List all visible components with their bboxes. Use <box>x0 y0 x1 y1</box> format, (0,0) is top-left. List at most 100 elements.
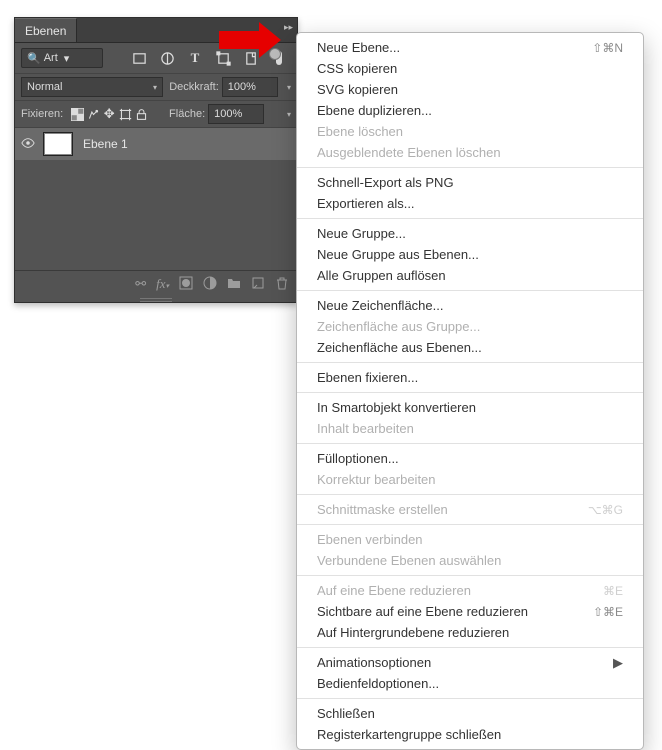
menu-separator <box>297 218 643 219</box>
link-layers-icon[interactable]: ⚯ <box>135 276 146 292</box>
menu-item[interactable]: Neue Ebene...⇧⌘N <box>297 37 643 58</box>
layers-panel: Ebenen ▸▸ 🔍Art▾ T Normal▾ Deckkraft: 100… <box>14 17 298 303</box>
menu-item-label: Zeichenfläche aus Ebenen... <box>317 340 482 355</box>
new-layer-icon[interactable] <box>251 276 265 293</box>
menu-item: Ebene löschen <box>297 121 643 142</box>
layer-mask-icon[interactable] <box>179 276 193 293</box>
menu-separator <box>297 698 643 699</box>
panel-footer: ⚯ fx▾ <box>15 270 297 297</box>
menu-item[interactable]: Registerkartengruppe schließen <box>297 724 643 745</box>
layer-name[interactable]: Ebene 1 <box>83 137 128 151</box>
menu-separator <box>297 392 643 393</box>
fill-label: Fläche: <box>169 108 205 120</box>
menu-item[interactable]: SVG kopieren <box>297 79 643 100</box>
lock-label: Fixieren: <box>21 108 63 120</box>
filter-type-label: Art <box>44 52 58 64</box>
fill-value[interactable]: 100% <box>208 104 264 124</box>
menu-item[interactable]: Fülloptionen... <box>297 448 643 469</box>
menu-item: Verbundene Ebenen auswählen <box>297 550 643 571</box>
tab-layers[interactable]: Ebenen <box>15 18 77 42</box>
menu-item: Auf eine Ebene reduzieren ⌘E <box>297 580 643 601</box>
menu-item-label: Ausgeblendete Ebenen löschen <box>317 145 501 160</box>
menu-item-label: In Smartobjekt konvertieren <box>317 400 476 415</box>
menu-item[interactable]: In Smartobjekt konvertieren <box>297 397 643 418</box>
adjustment-layer-icon[interactable] <box>203 276 217 293</box>
menu-item[interactable]: Alle Gruppen auflösen <box>297 265 643 286</box>
menu-item-label: Ebene löschen <box>317 124 403 139</box>
menu-item-label: Neue Gruppe... <box>317 226 406 241</box>
delete-layer-icon[interactable] <box>275 276 289 293</box>
menu-separator <box>297 167 643 168</box>
menu-separator <box>297 290 643 291</box>
panel-flyout-menu: Neue Ebene...⇧⌘N CSS kopieren SVG kopieren… <box>296 32 644 750</box>
menu-item-label: Registerkartengruppe schließen <box>317 727 501 742</box>
chevron-down-icon[interactable]: ▾ <box>287 83 291 92</box>
filter-adjustment-icon[interactable] <box>159 50 175 66</box>
menu-item[interactable]: Neue Gruppe... <box>297 223 643 244</box>
menu-item[interactable]: Ebene duplizieren... <box>297 100 643 121</box>
menu-item[interactable]: CSS kopieren <box>297 58 643 79</box>
menu-item[interactable]: Ebenen fixieren... <box>297 367 643 388</box>
chevron-down-icon[interactable]: ▾ <box>287 110 291 119</box>
menu-item[interactable]: Neue Zeichenfläche... <box>297 295 643 316</box>
menu-item-label: Verbundene Ebenen auswählen <box>317 553 501 568</box>
menu-item-label: Schließen <box>317 706 375 721</box>
menu-item[interactable]: Schließen <box>297 703 643 724</box>
menu-shortcut: ⌘E <box>603 584 623 598</box>
lock-pixels-icon[interactable] <box>85 106 101 122</box>
menu-item-label: Korrektur bearbeiten <box>317 472 436 487</box>
submenu-arrow-icon: ▶ <box>613 655 623 671</box>
menu-item-label: Ebenen fixieren... <box>317 370 418 385</box>
menu-item: Inhalt bearbeiten <box>297 418 643 439</box>
menu-item-label: Zeichenfläche aus Gruppe... <box>317 319 480 334</box>
layer-row[interactable]: Ebene 1 <box>15 128 297 160</box>
menu-item-label: Auf Hintergrundebene reduzieren <box>317 625 509 640</box>
new-group-icon[interactable] <box>227 276 241 293</box>
menu-item-label: Sichtbare auf eine Ebene reduzieren <box>317 604 528 619</box>
opacity-value[interactable]: 100% <box>222 77 278 97</box>
lock-transparency-icon[interactable] <box>69 106 85 122</box>
menu-item[interactable]: Bedienfeldoptionen... <box>297 673 643 694</box>
menu-item: Schnittmaske erstellen ⌥⌘G <box>297 499 643 520</box>
menu-separator <box>297 524 643 525</box>
menu-item-label: SVG kopieren <box>317 82 398 97</box>
visibility-icon[interactable] <box>21 137 35 152</box>
filter-type-select[interactable]: 🔍Art▾ <box>21 48 103 68</box>
collapse-icon[interactable]: ▸▸ <box>284 22 293 33</box>
menu-item[interactable]: Neue Gruppe aus Ebenen... <box>297 244 643 265</box>
blend-mode-select[interactable]: Normal▾ <box>21 77 163 97</box>
filter-pixel-icon[interactable] <box>131 50 147 66</box>
layers-empty-area <box>15 160 297 270</box>
menu-item-label: Neue Zeichenfläche... <box>317 298 443 313</box>
layer-thumbnail[interactable] <box>43 132 73 156</box>
lock-artboard-icon[interactable] <box>117 106 133 122</box>
menu-item[interactable]: Schnell-Export als PNG <box>297 172 643 193</box>
menu-item-label: CSS kopieren <box>317 61 397 76</box>
menu-item-label: Neue Ebene... <box>317 40 400 55</box>
menu-item-label: Inhalt bearbeiten <box>317 421 414 436</box>
resize-grip[interactable] <box>15 297 297 302</box>
menu-shortcut: ⌥⌘G <box>588 503 623 517</box>
opacity-label: Deckkraft: <box>169 81 219 93</box>
menu-item[interactable]: Sichtbare auf eine Ebene reduzieren ⇧⌘E <box>297 601 643 622</box>
menu-item-label: Bedienfeldoptionen... <box>317 676 439 691</box>
menu-item-label: Schnittmaske erstellen <box>317 502 448 517</box>
blend-row: Normal▾ Deckkraft: 100% ▾ <box>15 74 297 101</box>
menu-item[interactable]: Exportieren als... <box>297 193 643 214</box>
layer-fx-icon[interactable]: fx▾ <box>156 276 169 292</box>
menu-separator <box>297 443 643 444</box>
menu-item-label: Ebenen verbinden <box>317 532 423 547</box>
menu-item: Korrektur bearbeiten <box>297 469 643 490</box>
menu-shortcut: ⇧⌘E <box>593 605 623 619</box>
menu-item-label: Auf eine Ebene reduzieren <box>317 583 471 598</box>
menu-item-label: Animationsoptionen <box>317 655 431 670</box>
menu-separator <box>297 575 643 576</box>
menu-item[interactable]: Zeichenfläche aus Ebenen... <box>297 337 643 358</box>
menu-item[interactable]: Auf Hintergrundebene reduzieren <box>297 622 643 643</box>
menu-item: Ebenen verbinden <box>297 529 643 550</box>
filter-type-icon[interactable]: T <box>187 50 203 66</box>
lock-all-icon[interactable] <box>133 106 149 122</box>
menu-item[interactable]: Animationsoptionen ▶ <box>297 652 643 673</box>
lock-position-icon[interactable]: ✥ <box>101 106 117 122</box>
menu-item-label: Exportieren als... <box>317 196 415 211</box>
